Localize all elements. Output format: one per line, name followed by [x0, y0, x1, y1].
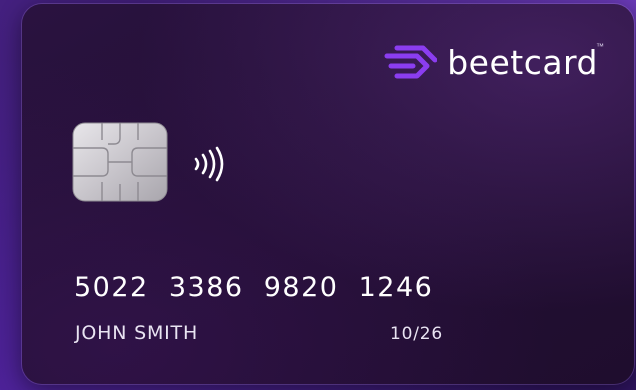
credit-card: beetcard ™ 5022 3386 9820 1246 JOHN SMIT… — [22, 4, 634, 384]
cardholder-name: JOHN SMITH — [75, 322, 199, 344]
brand-name: beetcard — [447, 42, 598, 82]
contactless-icon — [194, 146, 224, 182]
expiry-date: 10/26 — [390, 324, 443, 344]
trademark-symbol: ™ — [596, 42, 604, 51]
emv-chip-icon — [72, 122, 168, 202]
card-number: 5022 3386 9820 1246 — [74, 272, 434, 303]
brand: beetcard ™ — [383, 42, 604, 82]
beetcard-logo-icon — [384, 45, 438, 79]
